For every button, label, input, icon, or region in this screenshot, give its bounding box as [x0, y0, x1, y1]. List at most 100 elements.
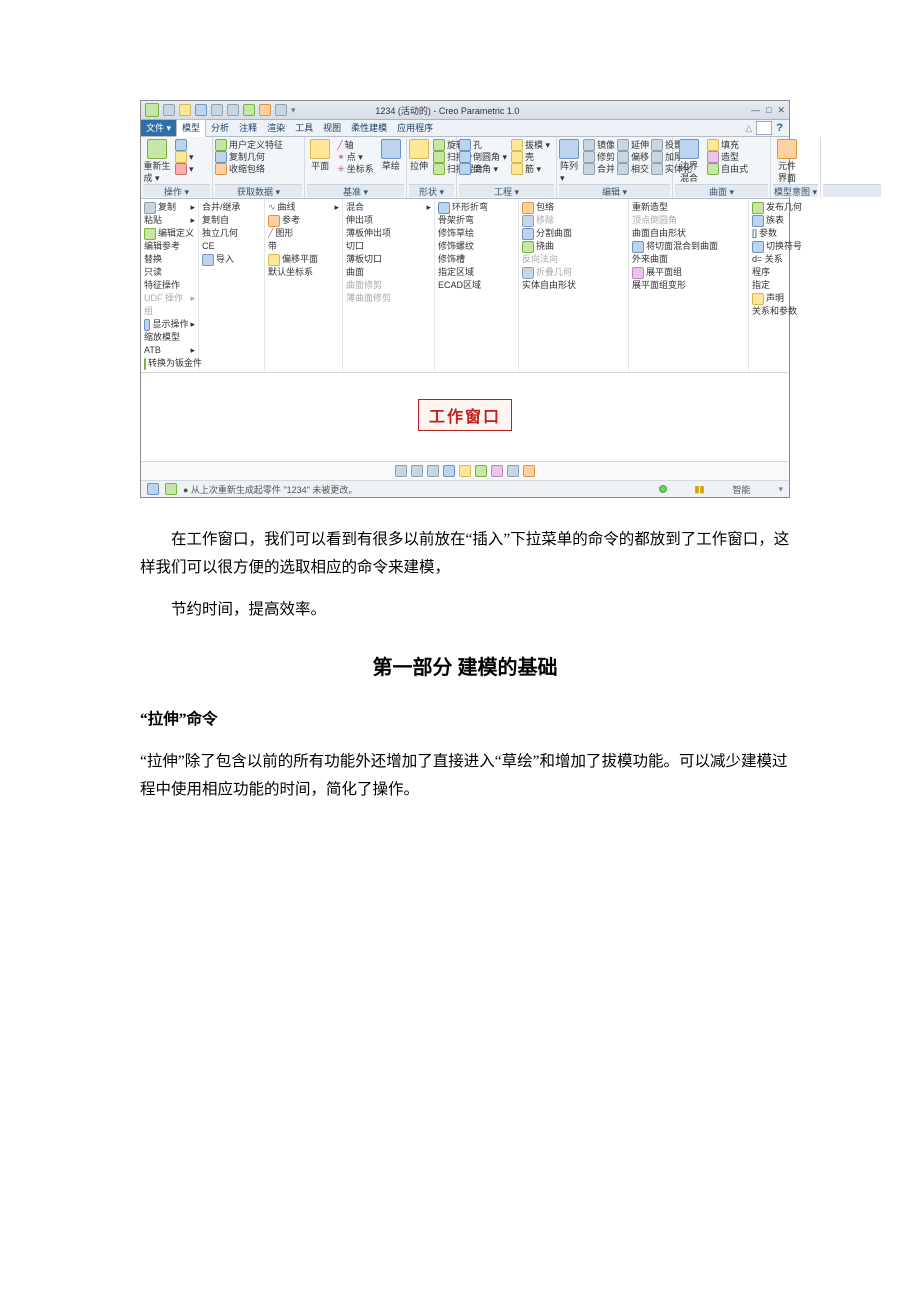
datum-display-icon[interactable] — [507, 465, 519, 477]
mi-ref[interactable]: 参考 — [268, 214, 339, 227]
group-label-eng[interactable]: 工程 ▾ — [459, 184, 554, 197]
mi-relations[interactable]: d= 关系 — [752, 253, 814, 266]
comp-interface-button[interactable]: 元件 界面 — [773, 139, 801, 184]
paste-button[interactable]: ▾ — [175, 151, 194, 163]
open-icon[interactable] — [179, 104, 191, 116]
intersect-button[interactable]: 相交 — [631, 163, 649, 175]
copy-button[interactable] — [175, 139, 194, 151]
saved-views-icon[interactable] — [475, 465, 487, 477]
mi-ribbon[interactable]: 带 — [268, 240, 339, 253]
zoom-in-icon[interactable] — [411, 465, 423, 477]
repaint-icon[interactable] — [443, 465, 455, 477]
delete-button[interactable]: ▾ — [175, 163, 194, 175]
chamfer-button[interactable]: 倒角 ▾ — [459, 163, 507, 175]
regen-icon[interactable] — [243, 104, 255, 116]
shell-button[interactable]: 壳 — [511, 151, 550, 163]
mi-remove[interactable]: 移除 — [522, 214, 625, 227]
mi-showops[interactable]: 显示操作▸ — [144, 318, 195, 331]
group-label-edit[interactable]: 编辑 ▾ — [559, 184, 670, 197]
save-icon[interactable] — [195, 104, 207, 116]
undo-icon[interactable] — [211, 104, 223, 116]
plane-button[interactable]: 平面 — [307, 139, 333, 184]
fill-button[interactable]: 填充 — [707, 139, 748, 151]
mi-editdef[interactable]: 编辑定义 — [144, 227, 195, 240]
mi-wrap[interactable]: 包络 — [522, 201, 625, 214]
mi-fold-geom[interactable]: 折叠几何 — [522, 266, 625, 279]
group-label-intent[interactable]: 模型意图 ▾ — [773, 184, 818, 197]
mi-spinal[interactable]: 骨架折弯 — [438, 214, 515, 227]
mi-blend-section[interactable]: 将切面混合到曲面 — [632, 240, 745, 253]
mi-split-surf[interactable]: 分割曲面 — [522, 227, 625, 240]
mi-surf-free[interactable]: 曲面自由形状 — [632, 227, 745, 240]
shrinkwrap-button[interactable]: 收缩包络 — [215, 163, 302, 175]
draft-button[interactable]: 拔模 ▾ — [511, 139, 550, 151]
annotation-display-icon[interactable] — [523, 465, 535, 477]
graphics-area[interactable]: 工作窗口 — [141, 373, 789, 461]
mi-copy[interactable]: 复制 ▸ — [144, 201, 195, 214]
mi-offset-plane[interactable]: 偏移平面 — [268, 253, 339, 266]
tab-model[interactable]: 模型 — [176, 119, 206, 137]
mi-vertex-round[interactable]: 顶点倒圆角 — [632, 214, 745, 227]
mi-indep-geom[interactable]: 独立几何 — [202, 227, 261, 240]
sketch-button[interactable]: 草绘 — [378, 139, 404, 184]
tab-annotate[interactable]: 注释 — [234, 120, 262, 136]
mi-protrusion[interactable]: 伸出项 — [346, 214, 431, 227]
mi-flex[interactable]: 挠曲 — [522, 240, 625, 253]
tree-toggle-icon[interactable] — [147, 483, 159, 495]
display-style-icon[interactable] — [459, 465, 471, 477]
tab-tools[interactable]: 工具 — [290, 120, 318, 136]
selection-dd-icon[interactable]: ▾ — [778, 484, 783, 495]
mi-to-sheetmetal[interactable]: 转换为钣金件 — [144, 357, 195, 370]
mi-publish-geom[interactable]: 发布几何 — [752, 201, 814, 214]
freestyle-button[interactable]: 自由式 — [707, 163, 748, 175]
mirror-button[interactable]: 镜像 — [597, 139, 615, 151]
mi-assign[interactable]: 指定 — [752, 279, 814, 292]
mi-cosm-sketch[interactable]: 修饰草绘 — [438, 227, 515, 240]
mi-group[interactable]: 组 — [144, 305, 195, 318]
mi-thin-prot[interactable]: 薄板伸出项 — [346, 227, 431, 240]
mi-declare[interactable]: 声明 — [752, 292, 814, 305]
style-button[interactable]: 造型 — [707, 151, 748, 163]
maximize-button[interactable]: □ — [766, 105, 771, 116]
mi-solid-free[interactable]: 实体自由形状 — [522, 279, 625, 292]
pause-icon[interactable]: ▮▮ — [695, 484, 705, 495]
minimize-button[interactable]: — — [751, 105, 760, 116]
tab-flex[interactable]: 柔性建模 — [346, 120, 392, 136]
mi-family-table[interactable]: 族表 — [752, 214, 814, 227]
tab-file[interactable]: 文件 ▾ — [141, 120, 176, 136]
refit-icon[interactable] — [395, 465, 407, 477]
extend-button[interactable]: 延伸 — [631, 139, 649, 151]
mi-scale[interactable]: 缩放模型 — [144, 331, 195, 344]
group-label-shape[interactable]: 形状 ▾ — [409, 184, 454, 197]
extrude-button[interactable]: 拉伸 — [409, 139, 429, 184]
mi-rel-param[interactable]: 关系和参数 — [752, 305, 814, 318]
tab-analysis[interactable]: 分析 — [206, 120, 234, 136]
tab-view[interactable]: 视图 — [318, 120, 346, 136]
close-button[interactable]: ✕ — [777, 105, 785, 116]
redo-icon[interactable] — [227, 104, 239, 116]
trim-button[interactable]: 修剪 — [597, 151, 615, 163]
mi-flat-quilt-def[interactable]: 展平面组变形 — [632, 279, 745, 292]
mi-restyle[interactable]: 重新造型 — [632, 201, 745, 214]
mi-paste[interactable]: 粘贴▸ — [144, 214, 195, 227]
csys-button[interactable]: ✳坐标系 — [337, 163, 374, 175]
mi-foreign-surf[interactable]: 外来曲面 — [632, 253, 745, 266]
tab-render[interactable]: 渲染 — [262, 120, 290, 136]
group-label-surface[interactable]: 曲面 ▾ — [675, 184, 768, 197]
mi-cut[interactable]: 切口 — [346, 240, 431, 253]
mi-import[interactable]: 导入 — [202, 253, 261, 266]
mi-cosm-thread[interactable]: 修饰螺纹 — [438, 240, 515, 253]
copygeom-button[interactable]: 复制几何 — [215, 151, 302, 163]
tab-apps[interactable]: 应用程序 — [392, 120, 438, 136]
mi-ce[interactable]: CE — [202, 240, 261, 253]
mi-flat-quilt[interactable]: 展平面组 — [632, 266, 745, 279]
new-icon[interactable] — [163, 104, 175, 116]
help-icon[interactable]: ? — [776, 122, 783, 134]
group-label-operate[interactable]: 操作 ▾ — [143, 184, 210, 197]
mi-def-csys[interactable]: 默认坐标系 — [268, 266, 339, 279]
view-manager-icon[interactable] — [491, 465, 503, 477]
rib-button[interactable]: 筋 ▾ — [511, 163, 550, 175]
mi-surface[interactable]: 曲面 — [346, 266, 431, 279]
mi-rev-normal[interactable]: 反向法向 — [522, 253, 625, 266]
mi-featops[interactable]: 特征操作 — [144, 279, 195, 292]
